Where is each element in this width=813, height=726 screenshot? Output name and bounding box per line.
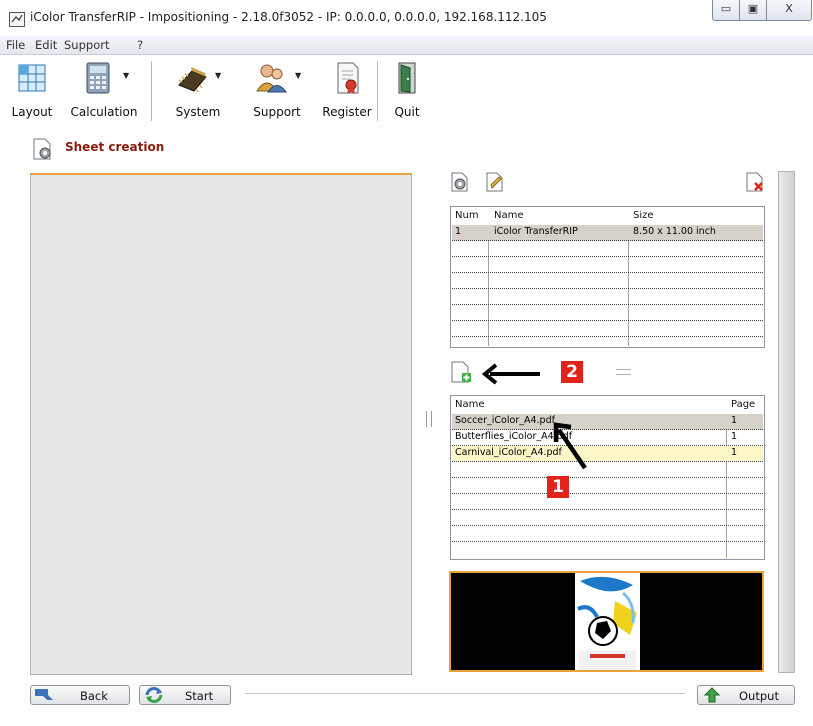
minimize-button[interactable]: ▭ bbox=[712, 0, 740, 21]
annotation-badge-2: 2 bbox=[561, 361, 583, 383]
app-icon bbox=[9, 12, 25, 27]
table-row[interactable]: Butterflies_iColor_A4.pdf 1 bbox=[452, 430, 763, 446]
quit-label: Quit bbox=[394, 105, 420, 119]
system-tool[interactable]: ▼ System bbox=[163, 59, 233, 125]
back-button[interactable]: Back bbox=[30, 685, 130, 705]
register-certificate-icon bbox=[337, 62, 359, 94]
column-header-num[interactable]: Num bbox=[455, 210, 479, 221]
quit-door-icon bbox=[398, 62, 416, 94]
output-arrow-up-icon bbox=[703, 687, 721, 703]
back-button-label: Back bbox=[80, 689, 108, 703]
calculation-tool[interactable]: ▼ Calculation bbox=[64, 59, 144, 125]
maximize-button[interactable]: ▣ bbox=[739, 0, 767, 21]
table-row-empty bbox=[452, 289, 763, 305]
back-arrow-icon bbox=[35, 689, 53, 700]
register-tool[interactable]: Register bbox=[320, 59, 374, 125]
toolbar: Layout ▼ Calculation ▼ System ▼ Support bbox=[0, 55, 813, 127]
calculator-icon bbox=[86, 62, 110, 94]
support-label: Support bbox=[253, 105, 301, 119]
column-header-size[interactable]: Size bbox=[633, 210, 654, 221]
table-row[interactable]: Soccer_iColor_A4.pdf 1 bbox=[452, 414, 763, 430]
table-row[interactable]: Carnival_iColor_A4.pdf 1 bbox=[452, 446, 763, 462]
maximize-icon: ▣ bbox=[747, 2, 759, 15]
settings-icon[interactable] bbox=[450, 172, 470, 192]
vertical-scrollbar[interactable] bbox=[778, 171, 795, 673]
output-button-label: Output bbox=[739, 689, 779, 703]
table-row-empty bbox=[452, 510, 763, 526]
menu-file[interactable]: File bbox=[6, 38, 25, 52]
file-name: Soccer_iColor_A4.pdf bbox=[455, 415, 555, 426]
table-row-empty bbox=[452, 462, 763, 478]
page-preview-thumbnail bbox=[449, 571, 764, 672]
output-button[interactable]: Output bbox=[697, 685, 795, 705]
menu-edit[interactable]: Edit bbox=[35, 38, 57, 52]
file-page: 1 bbox=[731, 447, 738, 458]
calculation-label: Calculation bbox=[70, 105, 138, 119]
menu-bar: File Edit Support ? bbox=[0, 36, 813, 55]
annotation-arrow-left-icon bbox=[482, 363, 540, 385]
register-label: Register bbox=[322, 105, 372, 119]
quit-tool[interactable]: Quit bbox=[385, 59, 429, 125]
column-header-name[interactable]: Name bbox=[494, 210, 524, 221]
column-header-name[interactable]: Name bbox=[455, 399, 485, 410]
calculation-dropdown-icon[interactable]: ▼ bbox=[123, 71, 129, 80]
start-refresh-icon bbox=[145, 687, 163, 703]
column-header-page[interactable]: Page bbox=[731, 399, 755, 410]
table-row-empty bbox=[452, 257, 763, 273]
soccer-page-preview-image bbox=[575, 573, 640, 670]
window-title: iColor TransferRIP - Impositioning - 2.1… bbox=[30, 10, 547, 24]
annotation-arrow-diagonal-icon bbox=[553, 422, 587, 470]
delete-sheet-icon[interactable] bbox=[745, 172, 765, 192]
row-num: 1 bbox=[455, 226, 462, 237]
table-row-empty bbox=[452, 273, 763, 289]
toolbar-separator bbox=[151, 61, 152, 121]
add-file-icon[interactable] bbox=[450, 361, 472, 383]
resize-grip[interactable] bbox=[616, 369, 631, 375]
start-button[interactable]: Start bbox=[139, 685, 231, 705]
sheets-table: Num Name Size 1 iColor TransferRIP 8.50 … bbox=[450, 206, 765, 348]
files-table: Name Page Soccer_iColor_A4.pdf 1 Butterf… bbox=[450, 395, 765, 560]
sheet-preview-panel bbox=[30, 173, 412, 675]
layout-grid-icon bbox=[18, 64, 46, 92]
table-row-empty bbox=[452, 305, 763, 321]
close-button[interactable]: X bbox=[766, 0, 812, 21]
support-people-icon bbox=[256, 64, 287, 93]
panel-splitter-handle[interactable] bbox=[426, 411, 432, 427]
layout-tool[interactable]: Layout bbox=[2, 59, 62, 125]
layout-label: Layout bbox=[11, 105, 53, 119]
sheet-creation-icon bbox=[33, 138, 51, 160]
table-row-empty bbox=[452, 478, 763, 494]
progress-line bbox=[245, 693, 685, 694]
table-row-empty bbox=[452, 321, 763, 337]
annotation-badge-1: 1 bbox=[547, 476, 569, 498]
file-page: 1 bbox=[731, 415, 738, 426]
minimize-icon: ▭ bbox=[720, 2, 732, 15]
close-icon: X bbox=[785, 2, 793, 15]
system-label: System bbox=[175, 105, 221, 119]
system-dropdown-icon[interactable]: ▼ bbox=[215, 71, 221, 80]
file-page: 1 bbox=[731, 431, 738, 442]
section-title: Sheet creation bbox=[65, 140, 165, 154]
file-name: Carnival_iColor_A4.pdf bbox=[455, 447, 562, 458]
title-bar: iColor TransferRIP - Impositioning - 2.1… bbox=[0, 0, 813, 36]
toolbar-separator bbox=[377, 61, 378, 121]
menu-help[interactable]: ? bbox=[137, 38, 143, 52]
table-row-empty bbox=[452, 526, 763, 542]
start-button-label: Start bbox=[185, 689, 214, 703]
row-name: iColor TransferRIP bbox=[494, 226, 578, 237]
edit-sheet-icon[interactable] bbox=[485, 172, 505, 192]
support-dropdown-icon[interactable]: ▼ bbox=[295, 71, 301, 80]
menu-support[interactable]: Support bbox=[64, 38, 109, 52]
table-row[interactable]: 1 iColor TransferRIP 8.50 x 11.00 inch bbox=[452, 225, 763, 241]
support-tool[interactable]: ▼ Support bbox=[240, 59, 314, 125]
table-row-empty bbox=[452, 494, 763, 510]
system-chip-icon bbox=[178, 67, 207, 93]
row-size: 8.50 x 11.00 inch bbox=[633, 226, 716, 237]
table-row-empty bbox=[452, 241, 763, 257]
